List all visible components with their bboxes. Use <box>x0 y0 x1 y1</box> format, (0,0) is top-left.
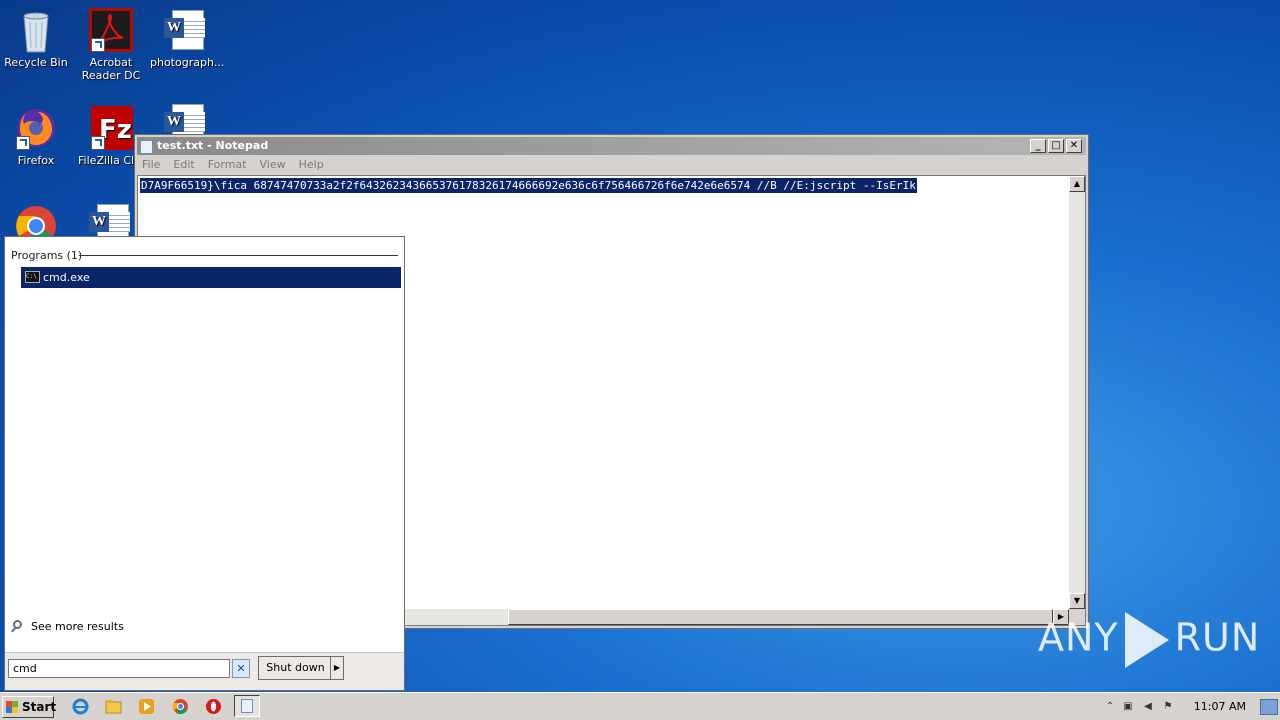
recycle-bin-icon <box>14 8 58 53</box>
notepad-icon <box>241 699 253 713</box>
taskbar: Start ⌃ ▣ ◀ ⚑ 11:07 AM <box>0 692 1280 720</box>
network-icon[interactable]: ▣ <box>1122 701 1134 713</box>
anyrun-watermark: ANY RUN <box>1038 612 1260 668</box>
scroll-up-arrow-icon[interactable]: ▲ <box>1069 176 1085 192</box>
volume-icon[interactable]: ◀ <box>1142 701 1154 713</box>
desktop-icon-label: photograph... <box>150 56 225 69</box>
start-search-input[interactable]: cmd <box>8 659 230 678</box>
see-more-results-label: See more results <box>31 620 124 633</box>
shut-down-label: Shut down <box>266 661 325 674</box>
section-divider <box>79 255 398 256</box>
start-menu-footer: cmd ✕ Shut down ▶ <box>5 652 404 690</box>
minimize-button[interactable]: _ <box>1030 139 1046 153</box>
desktop-icon-acrobat[interactable]: Acrobat Reader DC <box>75 8 147 82</box>
play-triangle-icon <box>1124 612 1169 668</box>
maximize-button[interactable]: □ <box>1048 139 1064 153</box>
desktop-icon-word-document[interactable]: W photograph... <box>150 8 225 69</box>
menu-file[interactable]: File <box>137 156 168 174</box>
clock[interactable]: 11:07 AM <box>1194 700 1246 713</box>
shut-down-button[interactable]: Shut down ▶ <box>258 656 344 680</box>
opera-icon[interactable] <box>205 698 222 715</box>
desktop-icon-label: Firefox <box>17 154 55 167</box>
menu-format[interactable]: Format <box>203 156 255 174</box>
show-desktop-button[interactable] <box>1260 699 1278 715</box>
search-result-label: cmd.exe <box>43 271 90 284</box>
desktop-icon-label: Recycle Bin <box>4 56 68 69</box>
watermark-right: RUN <box>1174 615 1261 660</box>
start-menu: Programs (1) C:\ cmd.exe See more result… <box>4 236 405 691</box>
desktop-icon-label: Acrobat Reader DC <box>81 56 141 82</box>
programs-section-header: Programs (1) <box>11 249 83 262</box>
scroll-down-arrow-icon[interactable]: ▼ <box>1069 593 1085 609</box>
acrobat-icon <box>89 8 133 52</box>
magnifier-icon <box>13 620 22 629</box>
vertical-scrollbar[interactable]: ▲ ▼ <box>1069 176 1085 609</box>
notepad-app-icon <box>140 140 153 154</box>
action-center-flag-icon[interactable]: ⚑ <box>1162 701 1174 713</box>
media-player-icon[interactable] <box>138 698 155 715</box>
shut-down-options-arrow-icon[interactable]: ▶ <box>330 657 343 679</box>
chrome-taskbar-icon[interactable] <box>172 698 189 715</box>
firefox-icon <box>14 106 58 150</box>
word-document-icon: W <box>164 8 208 52</box>
close-button[interactable]: ✕ <box>1066 139 1082 153</box>
console-icon: C:\ <box>25 271 40 283</box>
notepad-title-bar[interactable]: test.txt - Notepad _ □ ✕ <box>137 137 1086 155</box>
selected-text-line[interactable]: D7A9F66519}\fica 68747470733a2f2f6432623… <box>140 178 917 193</box>
show-hidden-icons-chevron-icon[interactable]: ⌃ <box>1104 701 1116 713</box>
file-explorer-icon[interactable] <box>105 698 122 715</box>
internet-explorer-icon[interactable] <box>72 698 89 715</box>
notepad-menu-bar: File Edit Format View Help <box>137 156 332 174</box>
notepad-title: test.txt - Notepad <box>157 139 269 152</box>
watermark-left: ANY <box>1038 615 1119 660</box>
desktop-icon-firefox[interactable]: Firefox <box>0 106 72 167</box>
shortcut-arrow-icon <box>91 38 105 52</box>
windows-flag-icon <box>6 701 18 713</box>
search-result-cmd[interactable]: C:\ cmd.exe <box>21 267 401 288</box>
notepad-taskbar-button[interactable] <box>234 695 260 717</box>
menu-view[interactable]: View <box>255 156 294 174</box>
desktop-icon-recycle-bin[interactable]: Recycle Bin <box>0 8 72 69</box>
system-tray: ⌃ ▣ ◀ ⚑ 11:07 AM <box>1100 695 1280 719</box>
shortcut-arrow-icon <box>91 136 105 150</box>
menu-edit[interactable]: Edit <box>168 156 202 174</box>
shortcut-arrow-icon <box>16 136 30 150</box>
clear-search-icon[interactable]: ✕ <box>232 659 250 678</box>
filezilla-icon: Fz <box>89 106 135 150</box>
start-label: Start <box>22 700 57 714</box>
start-button[interactable]: Start <box>2 696 57 718</box>
horizontal-scroll-thumb[interactable] <box>508 609 1053 625</box>
menu-help[interactable]: Help <box>294 156 332 174</box>
